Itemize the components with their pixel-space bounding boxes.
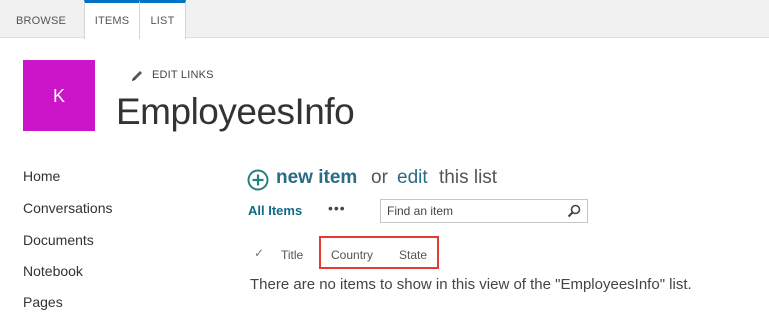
empty-list-message: There are no items to show in this view … (250, 276, 692, 293)
tab-list[interactable]: LIST (140, 0, 186, 39)
view-all-items[interactable]: All Items (248, 203, 302, 218)
nav-item-home[interactable]: Home (23, 168, 60, 184)
tab-items[interactable]: ITEMS (84, 0, 140, 39)
more-views-button[interactable]: ••• (328, 200, 346, 216)
search-input[interactable] (381, 200, 567, 222)
column-header-title[interactable]: Title (281, 248, 303, 262)
highlight-box (319, 236, 439, 269)
nav-item-documents[interactable]: Documents (23, 232, 94, 248)
nav-item-pages[interactable]: Pages (23, 294, 63, 310)
or-text: or (371, 167, 388, 188)
edit-link[interactable]: edit (397, 167, 428, 189)
select-all-checkmark[interactable]: ✓ (254, 246, 264, 260)
site-title[interactable]: EmployeesInfo (116, 91, 355, 133)
this-list-text: this list (439, 167, 498, 188)
plus-circle-icon[interactable] (247, 169, 269, 191)
edit-links-label: EDIT LINKS (152, 69, 214, 81)
nav-item-notebook[interactable]: Notebook (23, 263, 83, 279)
pencil-icon (132, 71, 142, 81)
new-item-link[interactable]: new item (276, 167, 357, 189)
tab-browse[interactable]: BROWSE (10, 0, 72, 38)
ribbon: BROWSE ITEMS LIST (0, 0, 769, 39)
nav-item-conversations[interactable]: Conversations (23, 200, 113, 216)
search-box (380, 199, 588, 223)
site-logo[interactable]: K (23, 60, 95, 131)
search-icon[interactable] (567, 204, 581, 218)
